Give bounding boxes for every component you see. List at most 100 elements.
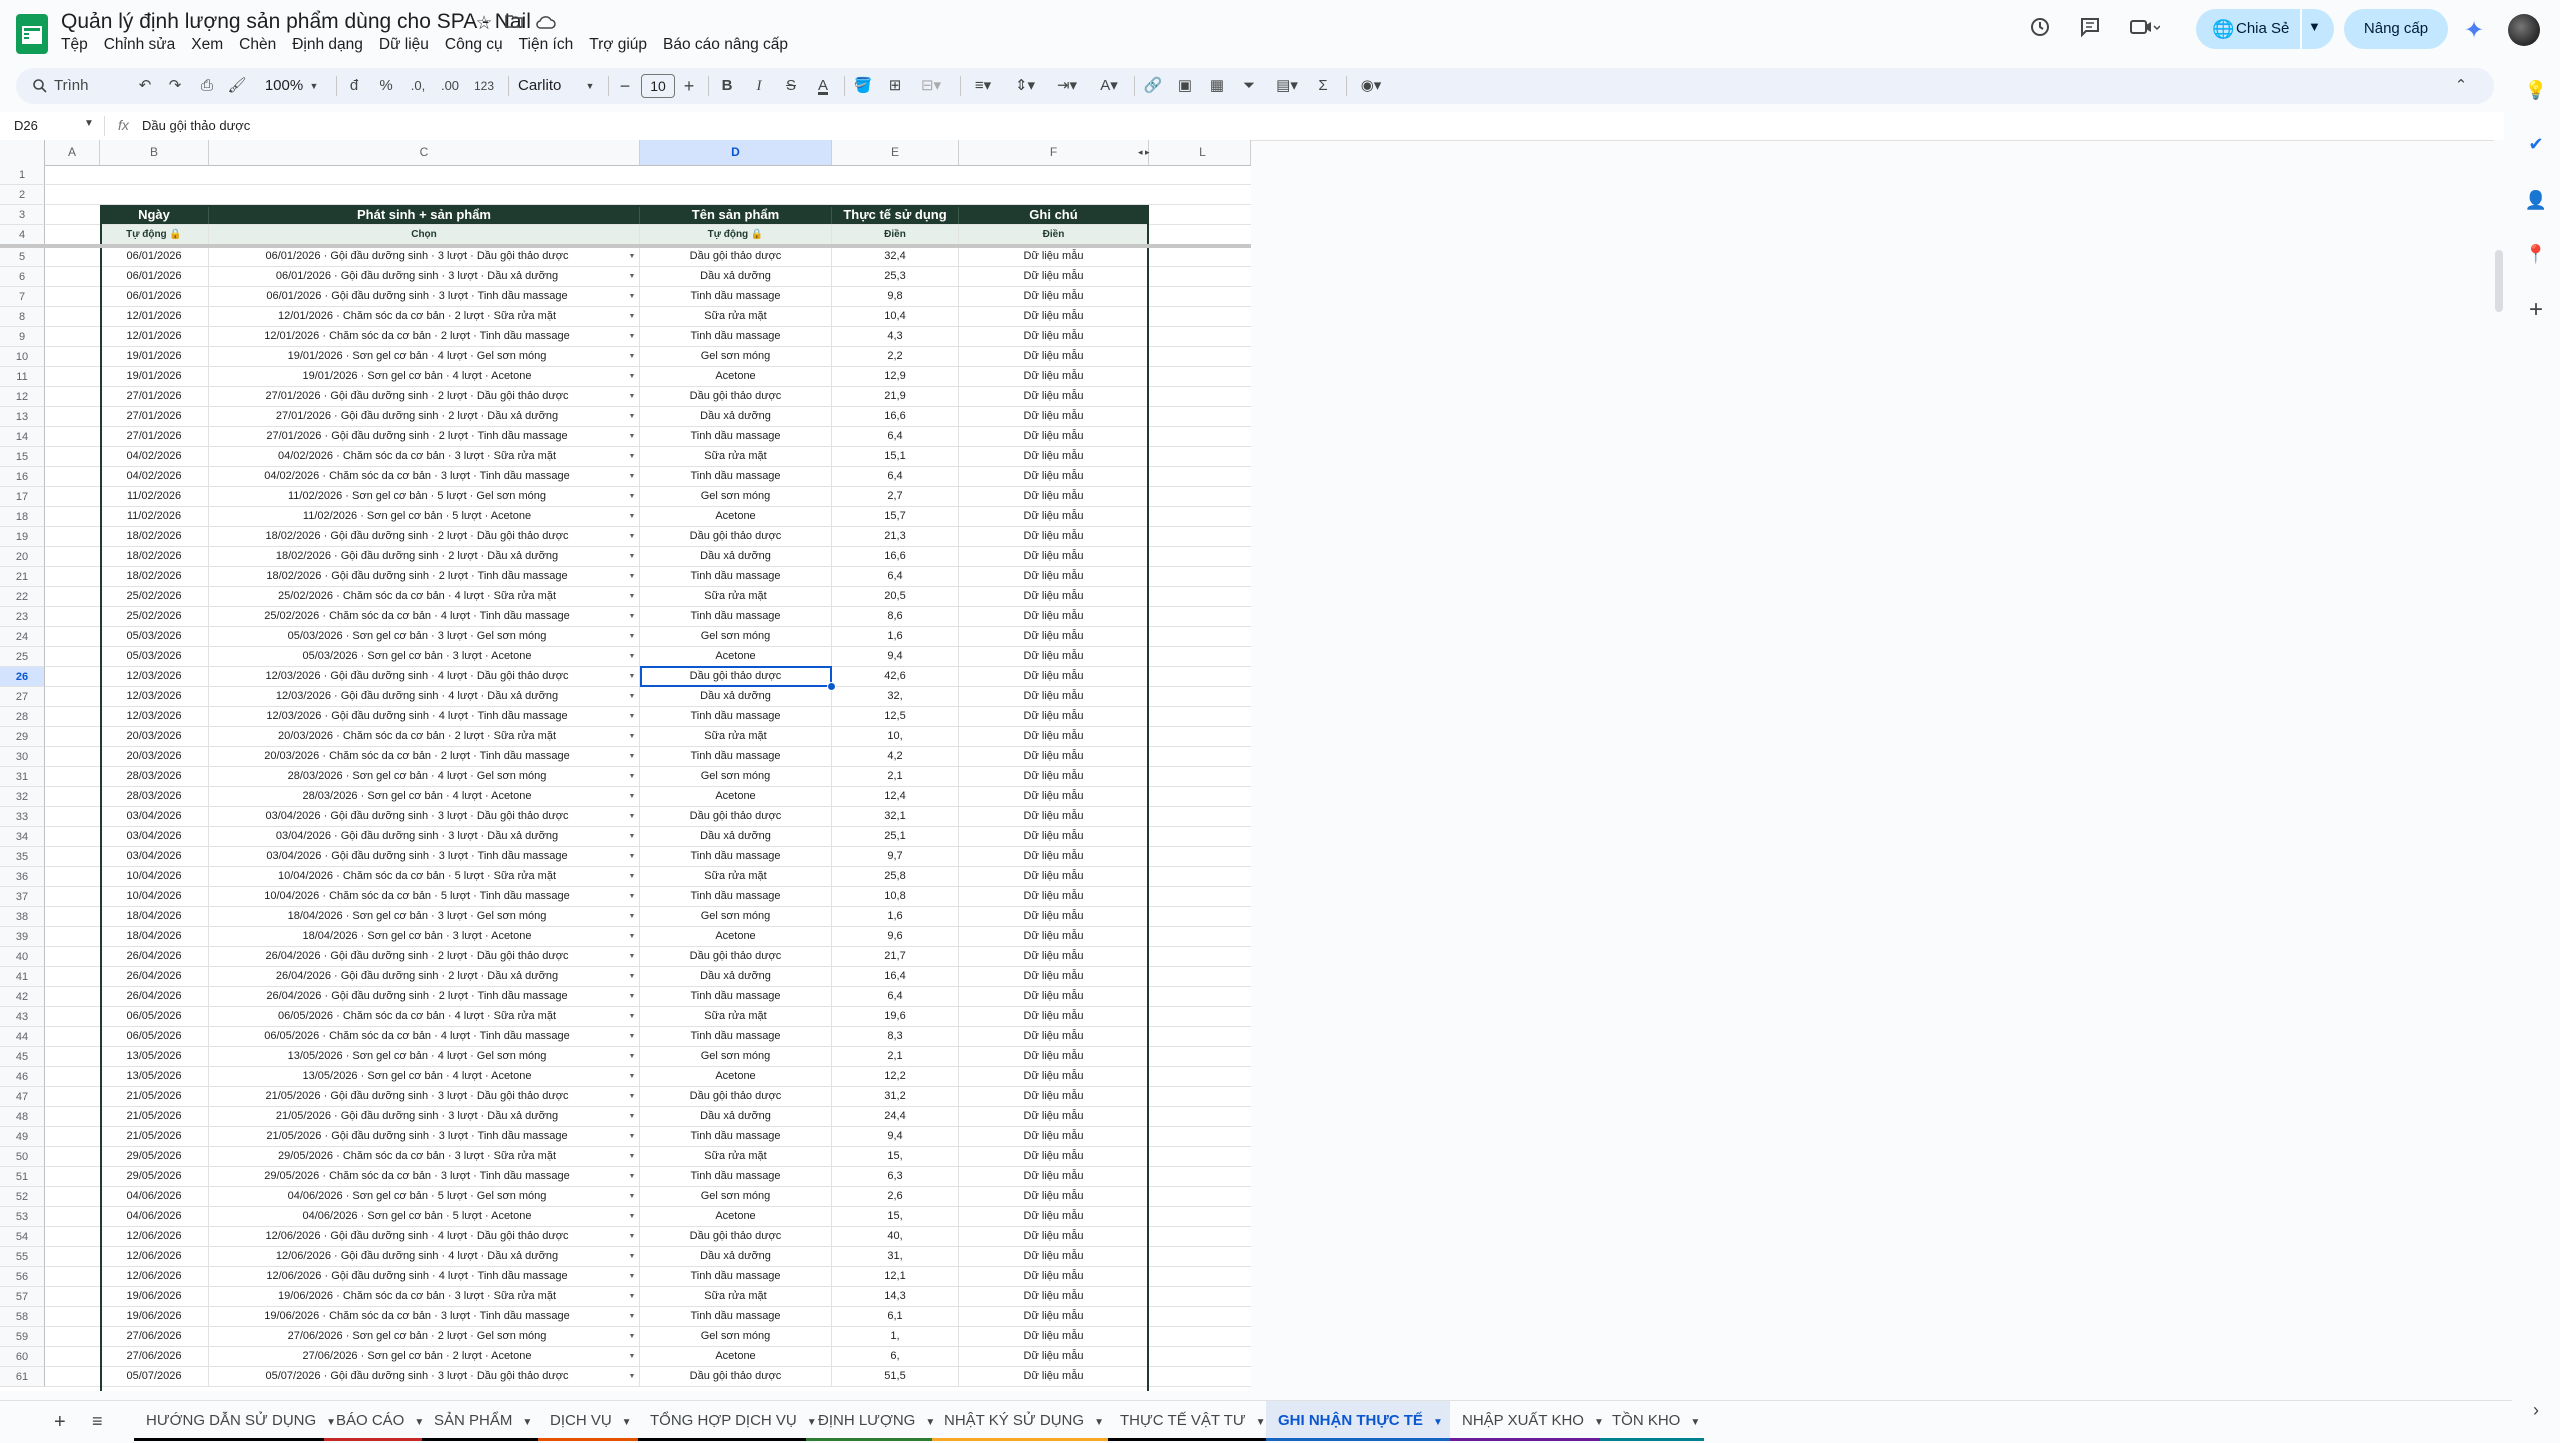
row-header[interactable]: 6 (0, 267, 45, 287)
note-cell[interactable]: Dữ liệu mẫu (959, 1367, 1149, 1386)
product-name-cell[interactable]: Dầu gội thảo dược (640, 527, 832, 546)
dropdown-chevron-icon[interactable]: ▼ (626, 1027, 638, 1046)
dropdown-chevron-icon[interactable]: ▼ (626, 847, 638, 866)
service-product-dropdown[interactable]: 18/02/2026 · Gội đầu dưỡng sinh · 2 lượt… (209, 527, 640, 546)
decrease-font-size-icon[interactable]: − (616, 68, 634, 104)
actual-usage-cell[interactable]: 12,5 (832, 707, 959, 726)
dropdown-chevron-icon[interactable]: ▼ (626, 1167, 638, 1186)
service-product-dropdown[interactable]: 20/03/2026 · Chăm sóc da cơ bản · 2 lượt… (209, 747, 640, 766)
actual-usage-cell[interactable]: 6,3 (832, 1167, 959, 1186)
chevron-down-icon[interactable]: ▼ (2308, 19, 2321, 34)
row-header[interactable]: 30 (0, 747, 45, 767)
actual-usage-cell[interactable]: 40, (832, 1227, 959, 1246)
filter-views-icon[interactable]: ▤▾ (1270, 68, 1304, 104)
dropdown-chevron-icon[interactable]: ▼ (626, 787, 638, 806)
row-header[interactable]: 14 (0, 427, 45, 447)
dropdown-chevron-icon[interactable]: ▼ (626, 367, 638, 386)
strikethrough-button[interactable]: S (780, 68, 802, 104)
name-box[interactable]: D26 (14, 118, 38, 133)
actual-usage-cell[interactable]: 31, (832, 1247, 959, 1266)
note-cell[interactable]: Dữ liệu mẫu (959, 407, 1149, 426)
product-name-cell[interactable]: Gel sơn móng (640, 1187, 832, 1206)
note-cell[interactable]: Dữ liệu mẫu (959, 1287, 1149, 1306)
product-name-cell[interactable]: Gel sơn móng (640, 347, 832, 366)
undo-icon[interactable]: ↶ (134, 68, 156, 104)
actual-usage-cell[interactable]: 51,5 (832, 1367, 959, 1386)
note-cell[interactable]: Dữ liệu mẫu (959, 1167, 1149, 1186)
menu-file[interactable]: Tệp (61, 36, 96, 58)
bold-button[interactable]: B (716, 68, 738, 104)
date-cell[interactable]: 27/01/2026 (100, 427, 209, 446)
note-cell[interactable]: Dữ liệu mẫu (959, 967, 1149, 986)
dropdown-chevron-icon[interactable]: ▼ (626, 247, 638, 266)
product-name-cell[interactable]: Tinh dầu massage (640, 607, 832, 626)
product-name-cell[interactable]: Dầu gội thảo dược (640, 1087, 832, 1106)
column-subtitle[interactable]: Tự động 🔒 (640, 225, 832, 244)
service-product-dropdown[interactable]: 06/05/2026 · Chăm sóc da cơ bản · 4 lượt… (209, 1027, 640, 1046)
service-product-dropdown[interactable]: 27/01/2026 · Gội đầu dưỡng sinh · 2 lượt… (209, 407, 640, 426)
service-product-dropdown[interactable]: 19/06/2026 · Chăm sóc da cơ bản · 3 lượt… (209, 1287, 640, 1306)
actual-usage-cell[interactable]: 31,2 (832, 1087, 959, 1106)
product-name-cell[interactable]: Tinh dầu massage (640, 467, 832, 486)
star-icon[interactable]: ☆ (472, 12, 496, 36)
move-folder-icon[interactable] (502, 12, 526, 36)
product-name-cell[interactable]: Tinh dầu massage (640, 747, 832, 766)
dropdown-chevron-icon[interactable]: ▼ (626, 1047, 638, 1066)
date-cell[interactable]: 19/01/2026 (100, 367, 209, 386)
sheet-tab[interactable]: TỔNG HỢP DỊCH VỤ ▼ (638, 1401, 817, 1441)
date-cell[interactable]: 21/05/2026 (100, 1107, 209, 1126)
date-cell[interactable]: 27/01/2026 (100, 407, 209, 426)
dropdown-chevron-icon[interactable]: ▼ (626, 1367, 638, 1386)
actual-usage-cell[interactable]: 2,1 (832, 1047, 959, 1066)
functions-icon[interactable]: Σ (1312, 68, 1334, 104)
dropdown-chevron-icon[interactable]: ▼ (626, 967, 638, 986)
product-name-cell[interactable]: Gel sơn móng (640, 487, 832, 506)
note-cell[interactable]: Dữ liệu mẫu (959, 847, 1149, 866)
row-header[interactable]: 61 (0, 1367, 45, 1387)
actual-usage-cell[interactable]: 1,6 (832, 907, 959, 926)
product-name-cell[interactable]: Dầu gội thảo dược (640, 387, 832, 406)
note-cell[interactable]: Dữ liệu mẫu (959, 867, 1149, 886)
date-cell[interactable]: 25/02/2026 (100, 587, 209, 606)
input-tools-icon[interactable]: ◉▾ (1354, 68, 1388, 104)
column-header-a[interactable]: A (45, 140, 100, 165)
row-header[interactable]: 24 (0, 627, 45, 647)
product-name-cell[interactable]: Gel sơn móng (640, 627, 832, 646)
font-select[interactable]: Carlito (518, 68, 588, 104)
product-name-cell[interactable]: Acetone (640, 787, 832, 806)
note-cell[interactable]: Dữ liệu mẫu (959, 927, 1149, 946)
row-header[interactable]: 52 (0, 1187, 45, 1207)
sheet-tab-menu-icon[interactable]: ▼ (1256, 1403, 1266, 1443)
actual-usage-cell[interactable]: 2,6 (832, 1187, 959, 1206)
row-header[interactable]: 40 (0, 947, 45, 967)
date-cell[interactable]: 06/05/2026 (100, 1007, 209, 1026)
date-cell[interactable]: 26/04/2026 (100, 967, 209, 986)
date-cell[interactable]: 12/01/2026 (100, 307, 209, 326)
dropdown-chevron-icon[interactable]: ▼ (626, 807, 638, 826)
service-product-dropdown[interactable]: 26/04/2026 · Gội đầu dưỡng sinh · 2 lượt… (209, 987, 640, 1006)
product-name-cell[interactable]: Dầu xả dưỡng (640, 267, 832, 286)
column-subtitle[interactable]: Điền (832, 225, 959, 244)
insert-comment-icon[interactable]: ▣ (1174, 68, 1196, 104)
sheet-tab[interactable]: TỒN KHO ▼ (1600, 1401, 1704, 1441)
cloud-status-icon[interactable] (534, 12, 558, 36)
date-cell[interactable]: 18/02/2026 (100, 547, 209, 566)
dropdown-chevron-icon[interactable]: ▼ (626, 1147, 638, 1166)
actual-usage-cell[interactable]: 6,1 (832, 1307, 959, 1326)
service-product-dropdown[interactable]: 20/03/2026 · Chăm sóc da cơ bản · 2 lượt… (209, 727, 640, 746)
actual-usage-cell[interactable]: 21,3 (832, 527, 959, 546)
row-header[interactable]: 19 (0, 527, 45, 547)
dropdown-chevron-icon[interactable]: ▼ (626, 507, 638, 526)
service-product-dropdown[interactable]: 26/04/2026 · Gội đầu dưỡng sinh · 2 lượt… (209, 947, 640, 966)
product-name-cell[interactable]: Tinh dầu massage (640, 1167, 832, 1186)
text-color-button[interactable]: A (812, 68, 834, 104)
dropdown-chevron-icon[interactable]: ▼ (626, 427, 638, 446)
product-name-cell[interactable]: Dầu xả dưỡng (640, 1247, 832, 1266)
product-name-cell[interactable]: Acetone (640, 367, 832, 386)
row-header[interactable]: 15 (0, 447, 45, 467)
row-header[interactable]: 4 (0, 225, 45, 245)
menu-insert[interactable]: Chèn (239, 36, 284, 58)
date-cell[interactable]: 28/03/2026 (100, 787, 209, 806)
sheet-tab-menu-icon[interactable]: ▼ (1094, 1403, 1104, 1443)
note-cell[interactable]: Dữ liệu mẫu (959, 727, 1149, 746)
